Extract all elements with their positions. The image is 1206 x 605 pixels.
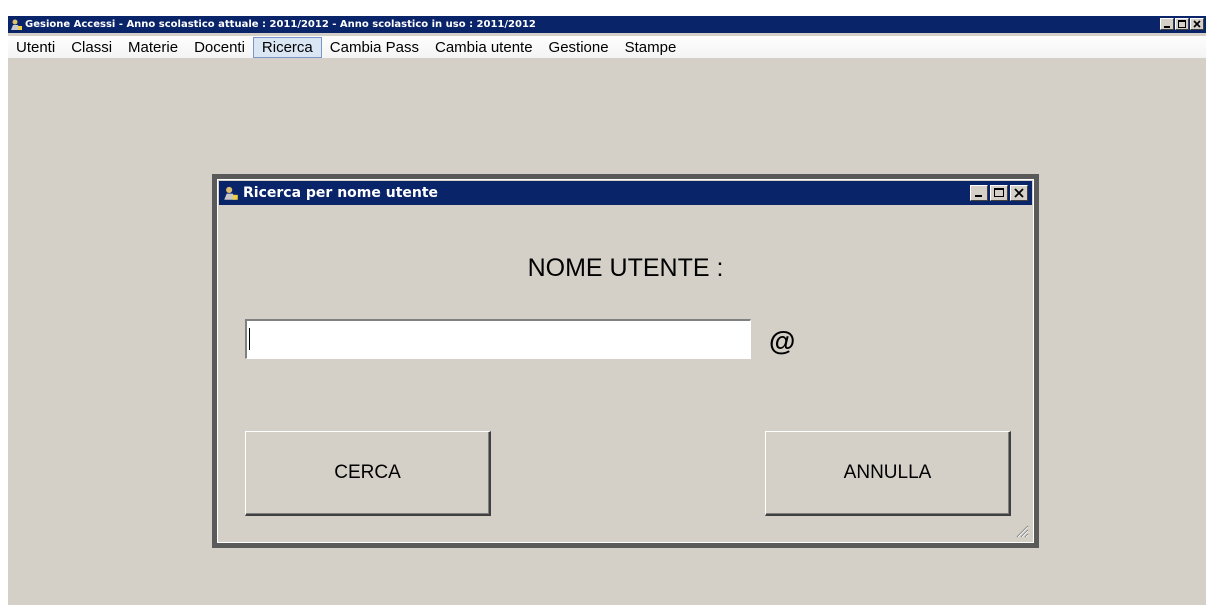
minimize-button[interactable] <box>1160 18 1174 30</box>
menu-utenti[interactable]: Utenti <box>8 37 63 58</box>
search-dialog-titlebar[interactable]: Ricerca per nome utente <box>219 181 1032 205</box>
close-icon <box>1014 188 1024 198</box>
dialog-maximize-button[interactable] <box>990 185 1008 201</box>
close-button[interactable] <box>1190 18 1204 30</box>
search-button[interactable]: CERCA <box>245 431 491 516</box>
app-icon <box>10 18 23 31</box>
main-window-titlebar[interactable]: Gesione Accessi - Anno scolastico attual… <box>8 16 1206 33</box>
maximize-icon <box>1178 20 1186 28</box>
minimize-icon <box>975 195 982 197</box>
at-sign-label: @ <box>769 326 796 356</box>
menu-materie[interactable]: Materie <box>120 37 186 58</box>
menu-gestione[interactable]: Gestione <box>541 37 617 58</box>
menu-cambia-pass[interactable]: Cambia Pass <box>322 37 427 58</box>
menu-classi[interactable]: Classi <box>63 37 120 58</box>
username-input[interactable] <box>244 318 752 360</box>
cancel-button[interactable]: ANNULLA <box>765 431 1011 516</box>
username-heading: NOME UTENTE : <box>527 254 724 282</box>
search-dialog: Ricerca per nome utente NOME UTENTE : @ … <box>212 174 1039 548</box>
app-icon <box>223 185 239 201</box>
text-caret <box>249 328 250 350</box>
search-dialog-body: Ricerca per nome utente NOME UTENTE : @ … <box>217 179 1034 543</box>
menu-bar: Utenti Classi Materie Docenti Ricerca Ca… <box>8 36 1206 58</box>
menu-stampe[interactable]: Stampe <box>617 37 685 58</box>
maximize-icon <box>994 188 1004 197</box>
close-icon <box>1193 20 1201 28</box>
dialog-close-button[interactable] <box>1010 185 1028 201</box>
menu-cambia-utente[interactable]: Cambia utente <box>427 37 541 58</box>
minimize-icon <box>1164 26 1170 28</box>
maximize-button[interactable] <box>1175 18 1189 30</box>
main-window-title: Gesione Accessi - Anno scolastico attual… <box>25 19 536 30</box>
menu-ricerca[interactable]: Ricerca <box>252 36 322 58</box>
resize-grip-icon[interactable] <box>1015 524 1029 538</box>
search-dialog-title: Ricerca per nome utente <box>243 185 439 201</box>
dialog-minimize-button[interactable] <box>970 185 988 201</box>
menu-docenti[interactable]: Docenti <box>186 37 253 58</box>
